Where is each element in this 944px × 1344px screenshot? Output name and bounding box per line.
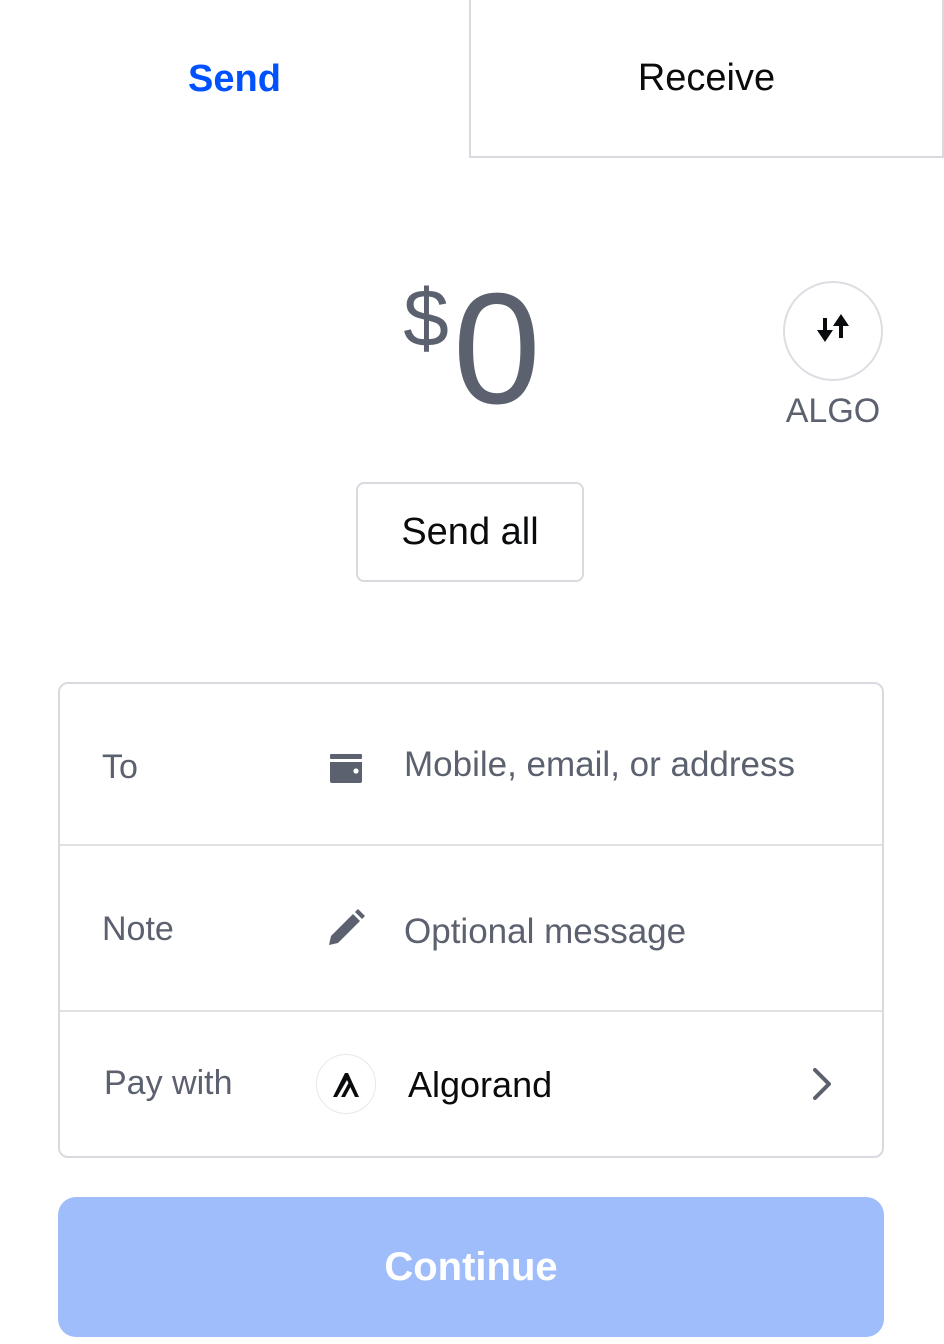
pay-with-row[interactable]: Pay with Algorand — [60, 1014, 882, 1158]
amount-value: 0 — [452, 261, 541, 437]
tab-send[interactable]: Send — [0, 0, 469, 158]
unit-toggle-button[interactable] — [783, 281, 883, 381]
to-row: To — [60, 684, 882, 846]
pencil-icon — [322, 904, 370, 952]
chevron-right-icon — [802, 1060, 842, 1108]
pay-with-label: Pay with — [104, 1064, 233, 1102]
asset-name: Algorand — [408, 1064, 553, 1105]
swap-vertical-arrows-icon — [811, 307, 855, 356]
continue-button[interactable]: Continue — [58, 1197, 884, 1337]
unit-label: ALGO — [785, 392, 881, 430]
send-receive-tabs: Send Receive — [0, 0, 944, 158]
to-label: To — [102, 748, 138, 786]
send-all-button[interactable]: Send all — [356, 482, 584, 582]
note-input[interactable] — [404, 904, 834, 960]
recipient-input[interactable] — [404, 742, 834, 808]
note-label: Note — [102, 910, 174, 948]
tab-receive[interactable]: Receive — [469, 0, 944, 158]
currency-symbol: $ — [403, 273, 449, 364]
note-row: Note — [60, 848, 882, 1012]
send-form: To Note Pay with Algorand — [58, 682, 884, 1158]
wallet-icon — [322, 744, 370, 792]
algorand-logo-icon — [316, 1054, 376, 1114]
